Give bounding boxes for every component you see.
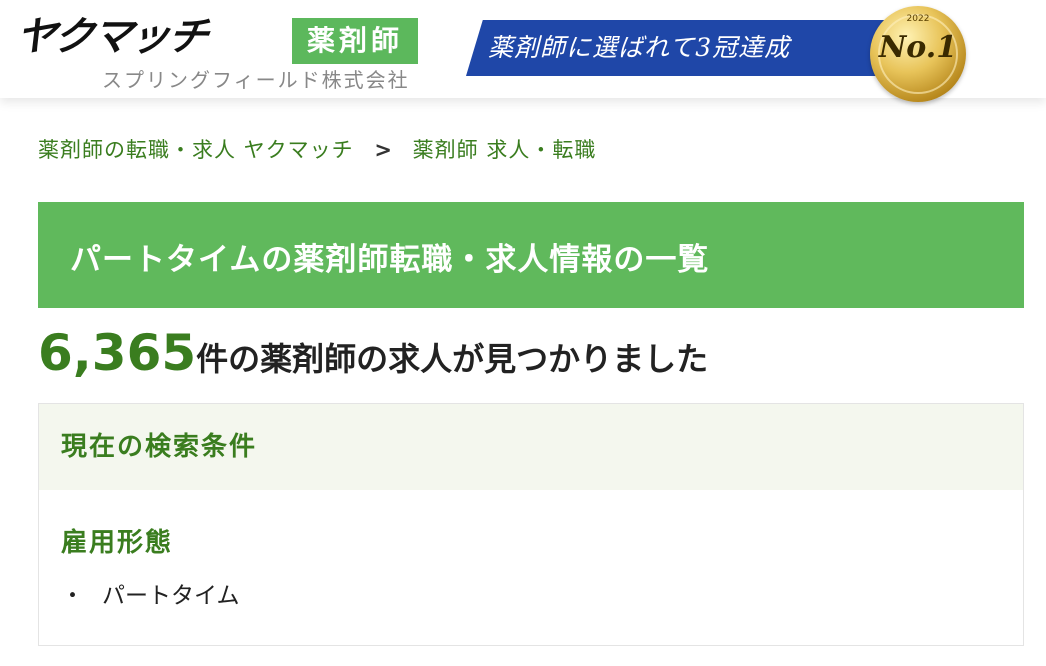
result-count-text: 件の薬剤師の求人が見つかりました <box>196 340 709 378</box>
employment-type-label: 雇用形態 <box>61 528 174 558</box>
search-conditions-heading: 現在の検索条件 <box>39 404 1023 490</box>
logo-company-name: スプリングフィールド株式会社 <box>102 68 410 92</box>
result-count: 6,365件の薬剤師の求人が見つかりました <box>38 318 708 388</box>
medal-year: 2022 <box>906 14 930 24</box>
site-header: ヤクマッチ 薬剤師 スプリングフィールド株式会社 薬剤師に選ばれて3冠達成 20… <box>0 0 1046 102</box>
page-title-bar: パートタイムの薬剤師転職・求人情報の一覧 <box>38 202 1024 308</box>
logo-wordmark: ヤクマッチ <box>12 14 210 60</box>
page-title: パートタイムの薬剤師転職・求人情報の一覧 <box>70 242 710 278</box>
employment-type-parttime: パートタイム <box>102 583 240 609</box>
employment-type-value: ・パートタイム <box>61 576 240 610</box>
search-conditions-panel: 現在の検索条件 雇用形態 ・パートタイム <box>38 403 1024 646</box>
breadcrumb-separator: > <box>374 138 392 162</box>
no1-medal-icon: 2022 No.1 <box>870 6 966 102</box>
medal-label: No.1 <box>878 30 958 65</box>
breadcrumb-home-link[interactable]: 薬剤師の転職・求人 ヤクマッチ <box>38 138 354 162</box>
list-bullet: ・ <box>61 583 84 609</box>
award-banner-text: 薬剤師に選ばれて3冠達成 <box>488 33 791 62</box>
logo-badge: 薬剤師 <box>292 18 418 64</box>
breadcrumb: 薬剤師の転職・求人 ヤクマッチ > 薬剤師 求人・転職 <box>38 134 596 166</box>
site-logo[interactable]: ヤクマッチ 薬剤師 スプリングフィールド株式会社 <box>12 14 426 96</box>
result-count-number: 6,365 <box>38 324 197 382</box>
breadcrumb-jobs-link[interactable]: 薬剤師 求人・転職 <box>413 138 597 162</box>
award-banner: 薬剤師に選ばれて3冠達成 <box>466 20 886 76</box>
